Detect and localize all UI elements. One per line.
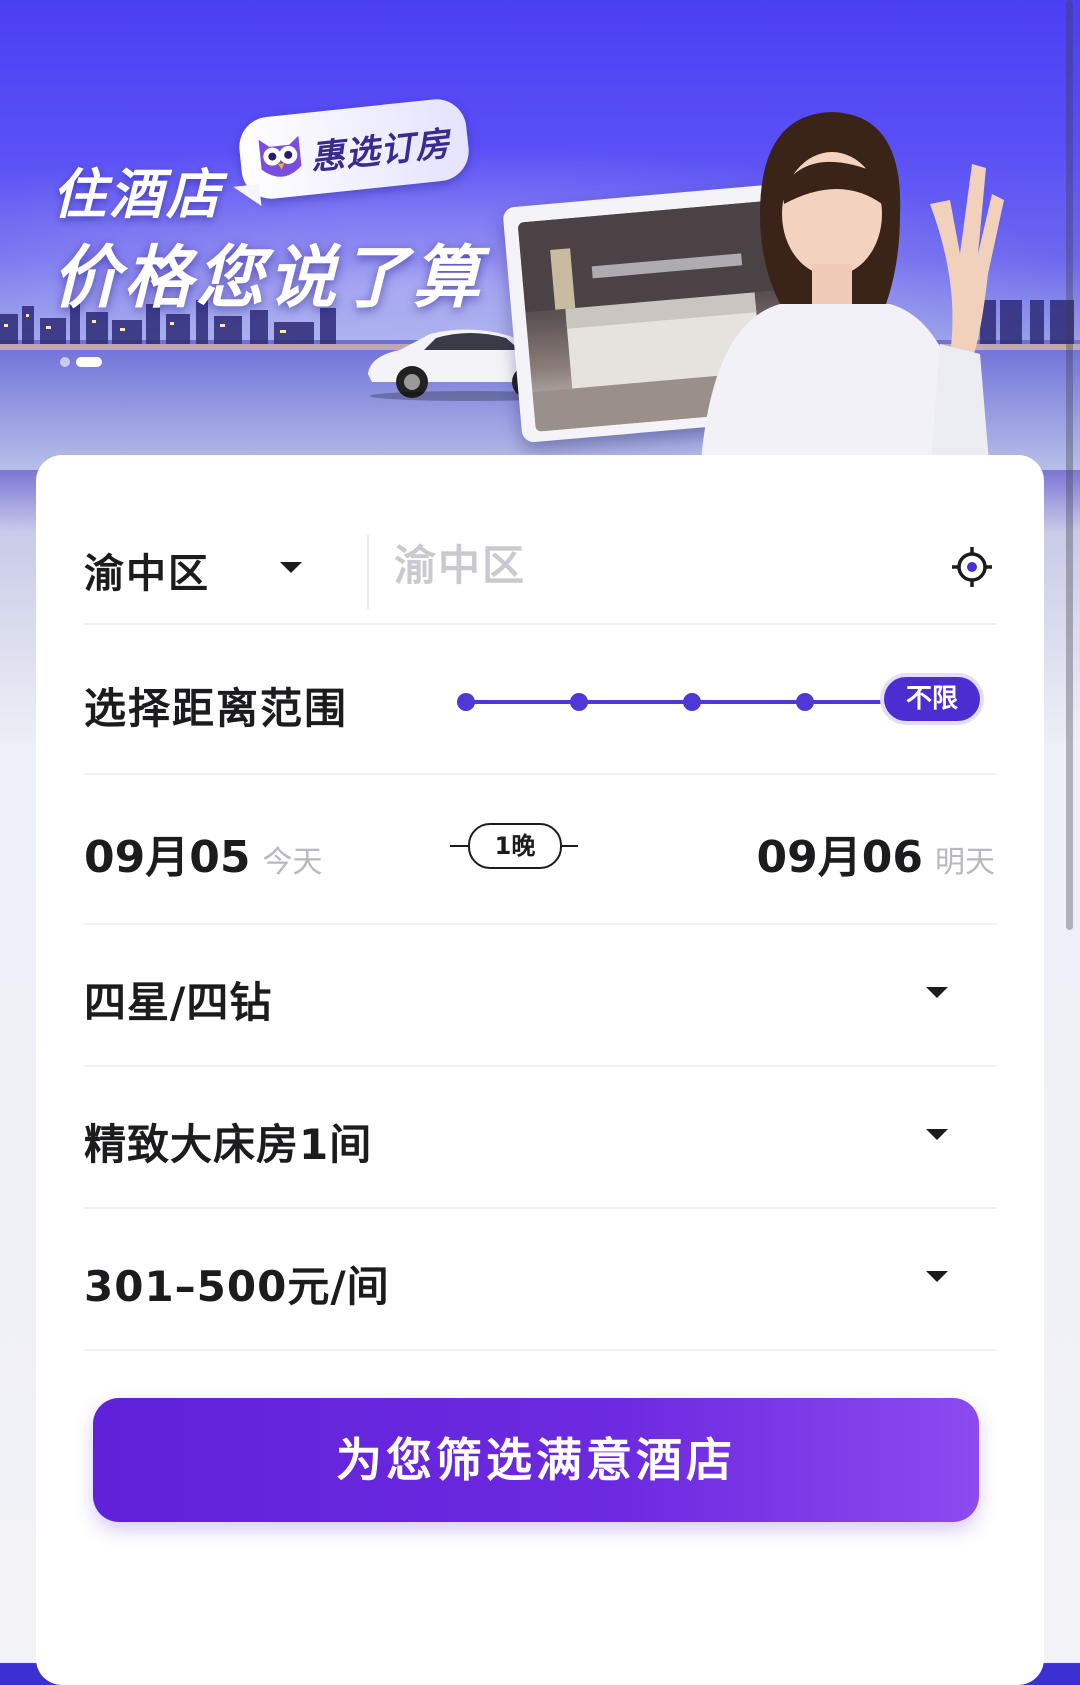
nights-line-right <box>560 845 578 847</box>
chevron-down-icon[interactable] <box>926 1129 948 1140</box>
nights-indicator: 1晚 <box>450 823 578 869</box>
date-row: 09月05 今天 1晚 09月06 明天 <box>84 775 997 925</box>
filter-hotels-button[interactable]: 为您筛选满意酒店 <box>93 1398 979 1522</box>
price-range-select[interactable]: 301–500元/间 <box>84 1209 997 1351</box>
carousel-dot[interactable] <box>60 357 70 367</box>
distance-range-row: 选择距离范围 不限 <box>84 625 997 775</box>
slider-track <box>466 700 886 704</box>
distance-label: 选择距离范围 <box>84 684 349 733</box>
slider-stop-3[interactable] <box>683 693 701 711</box>
brand-name: 惠选订房 <box>308 124 453 179</box>
owl-logo-icon <box>258 135 302 177</box>
nights-count: 1晚 <box>468 823 562 869</box>
distance-slider[interactable]: 不限 <box>457 677 1006 727</box>
slider-handle-selected[interactable]: 不限 <box>884 677 980 721</box>
chevron-down-icon[interactable] <box>926 1271 948 1282</box>
hero-title-line2: 价格您说了算 <box>52 239 485 318</box>
checkin-date[interactable]: 09月05 今天 <box>84 821 322 885</box>
chevron-down-icon[interactable] <box>280 562 302 573</box>
carousel-dot-active[interactable] <box>76 357 102 367</box>
divider <box>367 535 369 609</box>
city-selector[interactable]: 渝中区 <box>84 541 210 599</box>
location-keyword-input[interactable] <box>394 533 874 597</box>
star-level-value: 四星/四钻 <box>84 978 273 1027</box>
checkout-date[interactable]: 09月06 明天 <box>757 821 995 885</box>
slider-stop-4[interactable] <box>796 693 814 711</box>
checkout-note: 明天 <box>935 845 995 880</box>
carousel-indicator <box>60 352 108 371</box>
scrollbar[interactable] <box>1066 0 1073 930</box>
location-row: 渝中区 <box>84 513 997 625</box>
slider-stop-2[interactable] <box>570 693 588 711</box>
price-range-value: 301–500元/间 <box>84 1262 390 1311</box>
spokesperson-image <box>700 112 1004 470</box>
room-type-select[interactable]: 精致大床房1间 <box>84 1067 997 1209</box>
checkin-date-value: 09月05 <box>84 832 251 883</box>
checkout-date-value: 09月06 <box>756 832 923 883</box>
slider-stop-1[interactable] <box>457 693 475 711</box>
hotel-search-card: 渝中区 选择距离范围 不限 09月05今天 1晚 0 <box>36 455 1044 1685</box>
hero-title-line1: 住酒店 <box>52 163 223 226</box>
checkin-note: 今天 <box>262 845 323 880</box>
hero-banner[interactable]: 住酒店 价格您说了算 惠选订房 <box>0 0 1080 470</box>
locate-icon[interactable] <box>950 545 994 589</box>
chevron-down-icon[interactable] <box>926 987 948 998</box>
nights-line-left <box>450 845 468 847</box>
star-level-select[interactable]: 四星/四钻 <box>84 925 997 1067</box>
room-type-value: 精致大床房1间 <box>84 1120 373 1169</box>
